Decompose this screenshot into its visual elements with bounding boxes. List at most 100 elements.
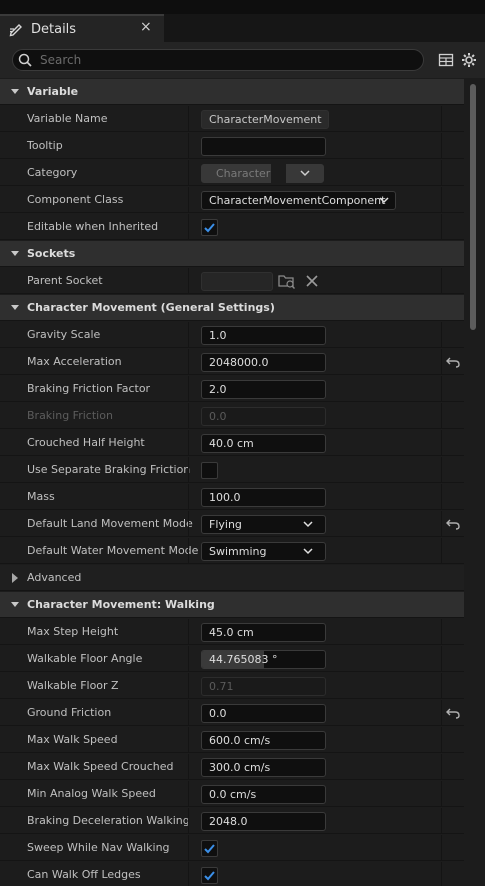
property-max-acceleration: Max Acceleration 2048000.0	[0, 349, 464, 375]
chevron-down-icon	[11, 89, 19, 94]
property-label: Default Land Movement Mode	[27, 517, 193, 530]
tab-bar: Details ×	[0, 14, 485, 42]
property-crouched-half-height: Crouched Half Height 40.0 cm	[0, 430, 464, 456]
property-braking-friction: Braking Friction 0.0	[0, 403, 464, 429]
walkable-floor-angle-slider[interactable]: 44.765083 °	[201, 650, 326, 669]
property-max-walk-speed-crouched: Max Walk Speed Crouched 300.0 cm/s	[0, 754, 464, 780]
crouched-half-height-field[interactable]: 40.0 cm	[201, 434, 326, 453]
property-label: Category	[27, 166, 78, 179]
gravity-scale-field[interactable]: 1.0	[201, 326, 326, 345]
property-variable-name: Variable Name CharacterMovement	[0, 106, 464, 132]
braking-friction-field: 0.0	[201, 407, 326, 426]
can-walk-off-ledges-checkbox[interactable]	[201, 867, 218, 884]
dropdown-value: Flying	[209, 518, 242, 531]
reset-to-default-icon[interactable]	[446, 707, 460, 719]
property-label: Max Walk Speed Crouched	[27, 760, 174, 773]
land-movement-mode-dropdown[interactable]: Flying	[201, 515, 326, 534]
property-label: Walkable Floor Z	[27, 679, 119, 692]
property-label: Use Separate Braking Friction	[27, 463, 191, 476]
use-separate-braking-friction-checkbox[interactable]	[201, 462, 218, 479]
property-label: Max Acceleration	[27, 355, 122, 368]
property-max-walk-speed: Max Walk Speed 600.0 cm/s	[0, 727, 464, 753]
checkmark-icon	[204, 844, 215, 854]
property-label: Walkable Floor Angle	[27, 652, 143, 665]
property-mass: Mass 100.0	[0, 484, 464, 510]
property-gravity-scale: Gravity Scale 1.0	[0, 322, 464, 348]
max-acceleration-field[interactable]: 2048000.0	[201, 353, 326, 372]
scrollbar-thumb[interactable]	[470, 84, 476, 330]
tooltip-field[interactable]	[201, 137, 326, 156]
table-view-icon[interactable]	[438, 52, 454, 68]
property-default-water-movement-mode: Default Water Movement Mode Swimming	[0, 538, 464, 564]
property-editable-inherited: Editable when Inherited	[0, 214, 464, 240]
property-use-separate-braking-friction: Use Separate Braking Friction	[0, 457, 464, 483]
property-label: Tooltip	[27, 139, 63, 152]
details-panel: Variable Variable Name CharacterMovement…	[0, 78, 467, 886]
property-walkable-floor-angle: Walkable Floor Angle 44.765083 °	[0, 646, 464, 672]
search-box[interactable]	[12, 49, 424, 71]
category-label: Character Movement (General Settings)	[27, 301, 275, 314]
property-label: Braking Friction Factor	[27, 382, 151, 395]
tab-details[interactable]: Details ×	[0, 14, 164, 42]
details-toolbar	[0, 42, 485, 78]
property-label: Braking Deceleration Walking	[27, 814, 190, 827]
category-general-settings[interactable]: Character Movement (General Settings)	[0, 295, 464, 321]
category-dropdown-button[interactable]	[286, 164, 324, 183]
water-movement-mode-dropdown[interactable]: Swimming	[201, 542, 326, 561]
checkmark-icon	[204, 223, 215, 233]
property-label: Max Step Height	[27, 625, 119, 638]
reset-to-default-icon[interactable]	[446, 518, 460, 530]
category-variable[interactable]: Variable	[0, 79, 464, 105]
property-braking-deceleration-walking: Braking Deceleration Walking 2048.0	[0, 808, 464, 834]
category-label: Character Movement: Walking	[27, 598, 215, 611]
chevron-down-icon	[379, 197, 389, 204]
checkmark-icon	[204, 871, 215, 881]
braking-friction-factor-field[interactable]: 2.0	[201, 380, 326, 399]
chevron-down-icon	[303, 521, 313, 528]
max-walk-speed-crouched-field[interactable]: 300.0 cm/s	[201, 758, 326, 777]
property-label: Crouched Half Height	[27, 436, 145, 449]
mass-field[interactable]: 100.0	[201, 488, 326, 507]
max-walk-speed-field[interactable]: 600.0 cm/s	[201, 731, 326, 750]
component-class-dropdown[interactable]: CharacterMovementComponent	[201, 191, 396, 210]
settings-gear-icon[interactable]	[461, 52, 477, 68]
editable-inherited-checkbox[interactable]	[201, 219, 218, 236]
advanced-expander[interactable]: Advanced	[0, 565, 464, 591]
property-label: Max Walk Speed	[27, 733, 118, 746]
property-label: Min Analog Walk Speed	[27, 787, 156, 800]
chevron-down-icon	[11, 305, 19, 310]
property-sweep-while-nav-walking: Sweep While Nav Walking	[0, 835, 464, 861]
dropdown-value: CharacterMovementComponent	[209, 194, 386, 207]
property-can-walk-off-ledges: Can Walk Off Ledges	[0, 862, 464, 886]
category-walking[interactable]: Character Movement: Walking	[0, 592, 464, 618]
reset-to-default-icon[interactable]	[446, 356, 460, 368]
braking-deceleration-walking-field[interactable]: 2048.0	[201, 812, 326, 831]
top-strip	[0, 0, 485, 15]
property-label: Ground Friction	[27, 706, 112, 719]
close-tab-button[interactable]: ×	[140, 19, 152, 35]
category-label: Sockets	[27, 247, 76, 260]
chevron-down-icon	[300, 170, 310, 177]
search-icon	[18, 53, 32, 67]
max-step-height-field[interactable]: 45.0 cm	[201, 623, 326, 642]
parent-socket-field[interactable]	[201, 272, 273, 291]
category-sockets[interactable]: Sockets	[0, 241, 464, 267]
clear-icon[interactable]	[306, 275, 318, 287]
browse-socket-icon[interactable]	[278, 273, 296, 289]
min-analog-walk-speed-field[interactable]: 0.0 cm/s	[201, 785, 326, 804]
property-tooltip: Tooltip	[0, 133, 464, 159]
chevron-down-icon	[11, 251, 19, 256]
property-min-analog-walk-speed: Min Analog Walk Speed 0.0 cm/s	[0, 781, 464, 807]
property-label: Default Water Movement Mode	[27, 544, 199, 557]
variable-name-field[interactable]: CharacterMovement	[201, 110, 329, 129]
ground-friction-field[interactable]: 0.0	[201, 704, 326, 723]
property-label: Braking Friction	[27, 409, 113, 422]
category-field[interactable]: Character	[201, 164, 271, 183]
chevron-right-icon	[12, 573, 18, 583]
sweep-while-nav-walking-checkbox[interactable]	[201, 840, 218, 857]
property-braking-friction-factor: Braking Friction Factor 2.0	[0, 376, 464, 402]
search-input[interactable]	[40, 51, 410, 69]
property-label: Editable when Inherited	[27, 220, 159, 233]
dropdown-value: Swimming	[209, 545, 267, 558]
property-max-step-height: Max Step Height 45.0 cm	[0, 619, 464, 645]
